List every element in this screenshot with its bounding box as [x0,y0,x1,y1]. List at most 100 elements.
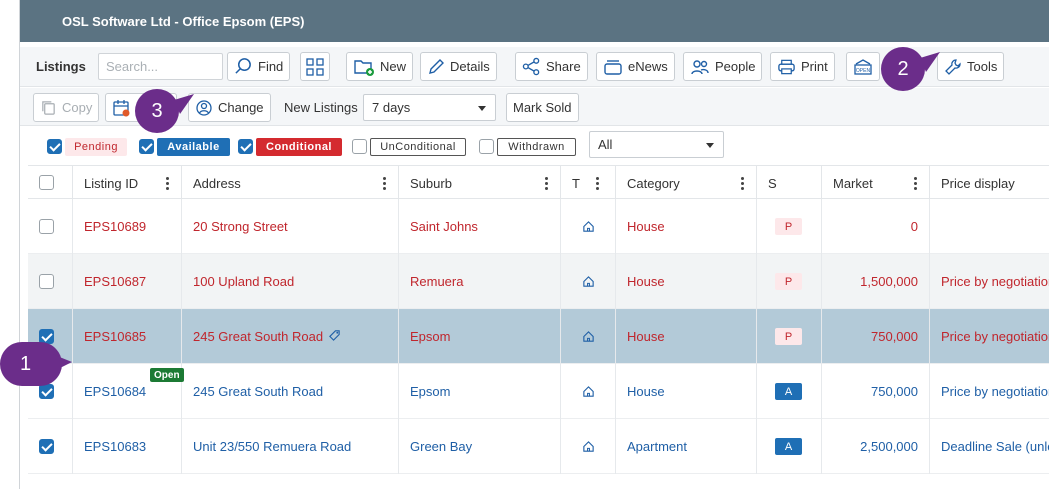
column-menu-icon[interactable] [596,177,599,190]
col-category[interactable]: Category [615,166,756,200]
callout-number: 1 [20,352,32,375]
category-cell: House [615,254,756,309]
address-cell: 245 Great South Road [181,364,398,419]
select-all-checkbox[interactable] [39,175,54,190]
col-suburb[interactable]: Suburb [398,166,560,200]
search-input[interactable] [98,53,223,80]
type-cell [560,254,615,309]
print-button[interactable]: Print [770,52,835,81]
details-button[interactable]: Details [420,52,497,81]
col-market[interactable]: Market [821,166,929,200]
tools-label: Tools [967,59,998,74]
row-checkbox[interactable] [39,274,54,289]
listing-id-link[interactable]: EPS10684 [84,384,146,399]
conditional-checkbox[interactable] [238,139,253,154]
callout-3-pointer [174,94,194,114]
share-icon [522,57,540,76]
listing-id-link[interactable]: EPS10685 [84,329,146,344]
row-checkbox[interactable] [39,219,54,234]
col-label: Category [627,175,680,191]
suburb-cell: Epsom [398,309,560,364]
col-listing-id[interactable]: Listing ID [72,166,181,200]
listings-label: Listings [36,59,86,74]
price-text: Deadline Sale (unles [941,439,1049,454]
suburb-cell: Saint Johns [398,199,560,254]
col-status[interactable]: S [756,166,821,200]
column-menu-icon[interactable] [914,177,917,190]
status-cell: A [756,419,821,474]
category-cell: House [615,364,756,419]
col-label: T [572,175,580,191]
details-label: Details [450,59,490,74]
suburb-cell: Remuera [398,254,560,309]
col-address[interactable]: Address [181,166,398,200]
address-text: 245 Great South Road [193,384,324,399]
category-text: House [627,219,665,234]
calendar-icon [113,99,130,116]
table-row[interactable]: EPS10687 100 Upland Road Remuera House P 1,50… [28,254,1049,309]
listing-id-link[interactable]: EPS10689 [84,219,146,234]
row-select-cell [28,254,72,309]
col-label: Suburb [410,175,452,191]
row-select-cell [28,419,72,474]
price-text: Price by negotiation [941,329,1049,344]
pending-tag: Pending [65,138,127,156]
copy-icon [42,101,55,115]
caret-down-icon [478,106,486,111]
id-cell: EPS10689 [72,199,181,254]
user-change-icon [196,99,212,116]
row-checkbox[interactable] [39,439,54,454]
new-listings-select[interactable]: 7 days [363,94,496,121]
layout-toggle-button[interactable] [300,52,330,81]
table-row[interactable]: EPS10689 20 Strong Street Saint Johns House… [28,199,1049,254]
pending-checkbox[interactable] [47,139,62,154]
unconditional-checkbox[interactable] [352,139,367,154]
change-button[interactable]: Change [188,93,271,122]
table-row[interactable]: EPS10683 Unit 23/550 Remuera Road Green Ba… [28,419,1049,474]
price-text: Price by negotiation [941,384,1049,399]
new-button[interactable]: New [346,52,414,81]
status-badge: A [775,383,802,400]
people-button[interactable]: People [683,52,763,81]
column-menu-icon[interactable] [545,177,548,190]
price-cell [929,199,1049,254]
column-menu-icon[interactable] [383,177,386,190]
status-badge: P [775,273,802,290]
status-dropdown[interactable]: All [589,131,724,158]
column-menu-icon[interactable] [166,177,169,190]
suburb-text: Epsom [410,384,451,399]
enews-button[interactable]: eNews [596,52,675,81]
caret-down-icon [706,143,714,148]
copy-button[interactable]: Copy [33,93,100,122]
listing-id-link[interactable]: EPS10683 [84,439,146,454]
find-button[interactable]: Find [227,52,291,81]
grid-layout-icon [306,57,324,76]
available-tag: Available [157,138,230,156]
row-checkbox[interactable] [39,384,54,399]
col-type[interactable]: T [560,166,615,200]
status-cell: P [756,254,821,309]
callout-2: 2 [881,47,925,91]
withdrawn-checkbox[interactable] [479,139,494,154]
mark-sold-button[interactable]: Mark Sold [506,93,579,122]
unconditional-tag: UnConditional [370,138,466,156]
open-home-button[interactable]: OPEN [846,52,880,81]
table-row[interactable]: EPS10685 245 Great South Road Epsom House P 7… [28,309,1049,364]
new-folder-icon [354,59,374,76]
tools-button[interactable]: Tools [937,52,1005,81]
row-select-cell [28,199,72,254]
market-cell: 2,500,000 [821,419,929,474]
available-checkbox[interactable] [139,139,154,154]
share-button[interactable]: Share [515,52,588,81]
print-label: Print [801,59,828,74]
col-price-display[interactable]: Price display [929,166,1049,200]
copy-label: Copy [62,100,93,115]
listing-id-link[interactable]: EPS10687 [84,274,146,289]
house-icon [582,331,594,342]
new-listings-value: 7 days [372,100,411,115]
market-cell: 750,000 [821,309,929,364]
callout-number: 2 [897,57,909,80]
status-cell: P [756,309,821,364]
column-menu-icon[interactable] [741,177,744,190]
house-icon [582,441,594,452]
